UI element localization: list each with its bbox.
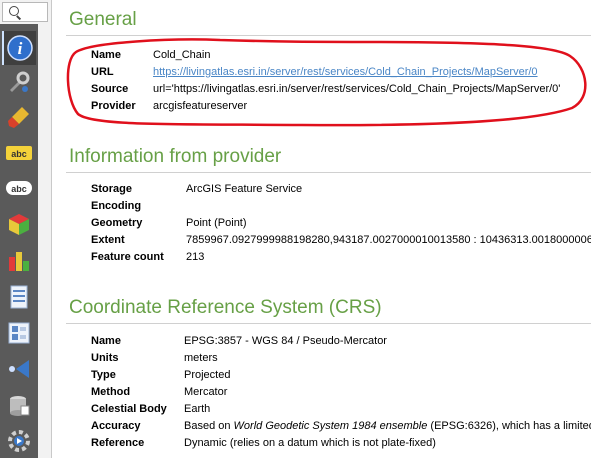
property-label: Storage	[91, 183, 132, 195]
property-label: Source	[91, 83, 129, 95]
tab-source[interactable]	[2, 66, 36, 100]
tab-actions[interactable]	[2, 424, 36, 458]
attributes-form-icon	[8, 322, 30, 344]
section-title-crs: Coordinate Reference System (CRS)	[69, 297, 382, 318]
labels-icon: abc	[6, 146, 32, 160]
diagrams-icon	[9, 252, 29, 271]
property-value: Projected	[184, 369, 231, 381]
divider	[66, 323, 591, 324]
url-link[interactable]: https://livingatlas.esri.in/server/rest/…	[153, 64, 538, 81]
svg-text:abc: abc	[11, 149, 27, 159]
property-value: ArcGIS Feature Service	[186, 183, 303, 195]
property-label: Type	[91, 369, 116, 381]
accuracy-ensemble-name: World Geodetic System 1984 ensemble	[233, 420, 428, 432]
property-value: Cold_Chain	[153, 49, 211, 61]
tab-joins[interactable]	[2, 352, 36, 386]
property-label: Name	[91, 49, 121, 61]
sidebar: i abc abc	[0, 0, 52, 458]
divider	[66, 35, 591, 36]
search-icon	[9, 6, 19, 16]
actions-icon	[8, 430, 30, 452]
tab-3d-view[interactable]	[2, 207, 36, 241]
tab-auxiliary-storage[interactable]	[2, 389, 36, 423]
property-value: Based on World Geodetic System 1984 ense…	[184, 418, 591, 435]
property-label: Accuracy	[91, 420, 141, 432]
divider	[66, 172, 591, 173]
layer-properties-window: i abc abc General Name Cold_Chain URL ht…	[0, 0, 591, 458]
property-label: URL	[91, 66, 114, 78]
tab-symbology[interactable]	[2, 100, 36, 134]
svg-text:i: i	[18, 39, 23, 58]
property-value: 213	[186, 251, 205, 263]
section-title-general: General	[69, 9, 137, 30]
svg-text:abc: abc	[11, 184, 27, 194]
joins-icon	[9, 360, 29, 378]
property-value: arcgisfeatureserver	[153, 100, 248, 112]
property-label: Celestial Body	[91, 403, 167, 415]
property-value: Earth	[184, 403, 211, 415]
property-label: Extent	[91, 234, 125, 246]
tab-masks[interactable]: abc	[2, 171, 36, 205]
property-label: Name	[91, 335, 121, 347]
fields-icon	[10, 285, 28, 309]
information-icon: i	[7, 35, 33, 61]
tab-labels[interactable]: abc	[2, 136, 36, 170]
information-panel: General Name Cold_Chain URL https://livi…	[52, 0, 591, 458]
property-label: Geometry	[91, 217, 143, 229]
property-label: Reference	[91, 437, 145, 449]
property-label: Encoding	[91, 200, 142, 212]
section-title-provider: Information from provider	[69, 146, 282, 167]
property-value: EPSG:3857 - WGS 84 / Pseudo-Mercator	[184, 335, 387, 347]
property-value: Dynamic (relies on a datum which is not …	[184, 437, 436, 449]
property-label: Feature count	[91, 251, 164, 263]
tab-attributes-form[interactable]	[2, 316, 36, 350]
3d-view-icon	[9, 214, 29, 235]
property-value: 7859967.0927999988198280,943187.00270000…	[186, 234, 591, 246]
symbology-icon	[8, 107, 29, 128]
tab-fields[interactable]	[2, 280, 36, 314]
masks-icon: abc	[6, 181, 32, 195]
property-value: url='https://livingatlas.esri.in/server/…	[153, 83, 561, 95]
property-label: Provider	[91, 100, 136, 112]
tab-diagrams[interactable]	[2, 243, 36, 277]
tab-information[interactable]: i	[2, 31, 36, 65]
accuracy-prefix: Based on	[184, 420, 234, 432]
property-value: Mercator	[184, 386, 228, 398]
auxiliary-storage-icon	[10, 396, 30, 416]
property-value: Point (Point)	[186, 217, 247, 229]
source-icon	[10, 71, 30, 92]
property-label: Units	[91, 352, 119, 364]
property-value: meters	[184, 352, 218, 364]
accuracy-suffix: (EPSG:6326), which has a limited	[427, 420, 591, 432]
search-input[interactable]	[2, 2, 48, 22]
property-label: Method	[91, 386, 131, 398]
